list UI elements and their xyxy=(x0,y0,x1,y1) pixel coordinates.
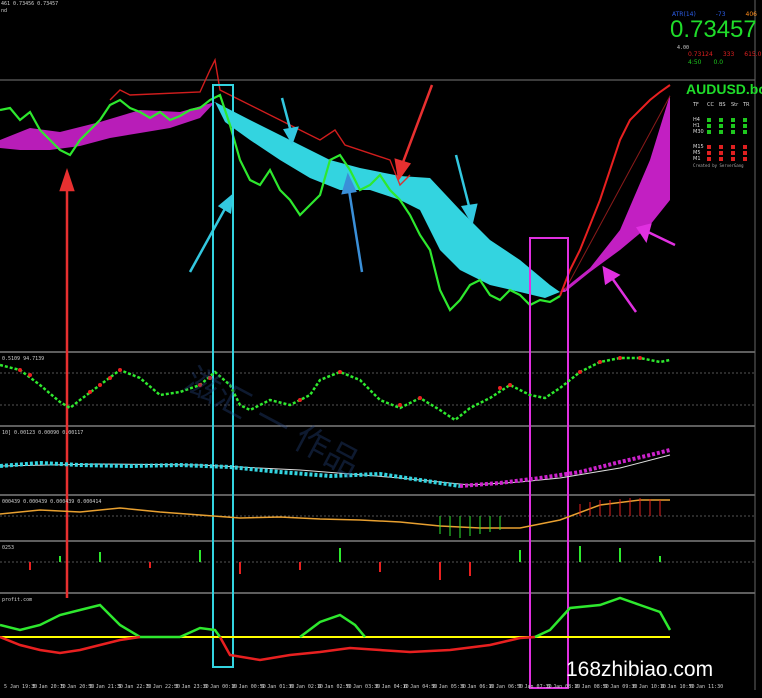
info-row-2-a: 0.73124 xyxy=(688,51,713,58)
tf-signal-cell xyxy=(707,156,719,162)
tf-signal-cell xyxy=(743,129,755,135)
tf-signal-cell xyxy=(731,156,743,162)
subwindow-label-2: 10] 0.00123 0.00090 0.00117 xyxy=(2,430,84,436)
col-cc: CC xyxy=(707,102,714,108)
chart-canvas xyxy=(0,0,756,690)
signal-dot xyxy=(731,145,735,149)
tf-signal-cell xyxy=(743,156,755,162)
signal-dot xyxy=(743,157,747,161)
time-axis: 5 Jan 19:30 5 Jan 20:10 5 Jan 20:50 5 Jan 2… xyxy=(0,684,762,696)
signal-dot xyxy=(719,118,723,122)
symbol-label: AUDUSD.bo xyxy=(686,81,762,97)
signal-dot xyxy=(707,157,711,161)
subwindow-label-4: 0253 xyxy=(2,545,15,551)
tf-signal-cell xyxy=(707,129,719,135)
info-row-2-c: 615.0 xyxy=(744,51,762,58)
signal-dot xyxy=(743,118,747,122)
signal-dot xyxy=(719,145,723,149)
info-row-2-b: 333 xyxy=(722,51,735,58)
info-row-3-a: 4:50 xyxy=(688,59,702,66)
oscillator-2-diamonds xyxy=(0,460,461,488)
signal-dot xyxy=(719,124,723,128)
highlight-box-magenta xyxy=(529,237,569,689)
info-row-2: 0.73124 333 615.0 xyxy=(688,51,761,58)
tf-signal-cell xyxy=(719,156,731,162)
signal-dot xyxy=(743,130,747,134)
oscillator-1 xyxy=(0,356,671,422)
col-tr: TR xyxy=(743,102,750,108)
tf-row: M1 xyxy=(693,156,755,162)
chart-header-mode: nd xyxy=(1,8,8,14)
chart-header-quote: 461 0.73456 0.73457 xyxy=(1,1,59,7)
signal-dot xyxy=(731,151,735,155)
subwindow-label-1: 0.5109 94.7139 xyxy=(2,356,45,362)
tf-group-top: H4 H1 M30 xyxy=(693,117,755,135)
profit-line xyxy=(0,603,180,639)
tf-signal-cell xyxy=(719,129,731,135)
tf-group-bottom: M15 M5 M1 xyxy=(693,144,755,162)
col-str: Str xyxy=(731,102,739,108)
ribbon-cyan-middle xyxy=(215,102,560,298)
site-watermark: 168zhibiao.com xyxy=(566,658,714,681)
signal-dot xyxy=(719,130,723,134)
signal-dot xyxy=(707,124,711,128)
arrow-cyan-1 xyxy=(188,193,234,273)
info-row-3: 4:50 0.0 xyxy=(688,59,723,66)
tf-row: M30 xyxy=(693,129,755,135)
col-bs: BS xyxy=(719,102,726,108)
time-axis-label: 6 Jan 11:30 xyxy=(690,684,724,690)
signal-dot xyxy=(707,151,711,155)
bid-price: 0.73457 xyxy=(670,16,757,43)
signal-dot xyxy=(731,130,735,134)
signal-dot xyxy=(719,151,723,155)
histogram-4 xyxy=(29,546,661,580)
tf-row-label: M1 xyxy=(693,156,701,162)
arrow-red-left xyxy=(59,168,75,598)
signal-dot xyxy=(707,130,711,134)
signal-dot xyxy=(719,157,723,161)
tf-matrix-header: TF CC BS Str TR xyxy=(693,102,755,108)
subwindow-label-5: profit.com xyxy=(2,597,33,603)
signal-dot xyxy=(743,124,747,128)
tf-matrix: TF CC BS Str TR H4 H1 M30 M15 M5 M1 Created … xyxy=(693,102,755,168)
arrow-red-right xyxy=(394,84,434,182)
arrow-magenta-2 xyxy=(602,265,638,313)
signal-dot xyxy=(731,124,735,128)
arrow-magenta-1 xyxy=(635,223,676,247)
signal-dot xyxy=(731,157,735,161)
arrow-cyan-2 xyxy=(280,97,299,145)
subwindow-label-3: 000439 0.000439 0.000439 0.000414 xyxy=(2,499,102,505)
tf-signal-cell xyxy=(731,129,743,135)
col-tf: TF xyxy=(693,102,699,108)
signal-dot xyxy=(731,118,735,122)
signal-dot xyxy=(707,118,711,122)
signal-dot xyxy=(707,145,711,149)
ribbon-magenta-right xyxy=(560,95,670,292)
credit-text: Created by ServerGang xyxy=(693,163,744,168)
signal-dot xyxy=(743,151,747,155)
info-row-3-b: 0.0 xyxy=(713,59,724,66)
tf-row-label: M30 xyxy=(693,129,704,135)
signal-dot xyxy=(743,145,747,149)
